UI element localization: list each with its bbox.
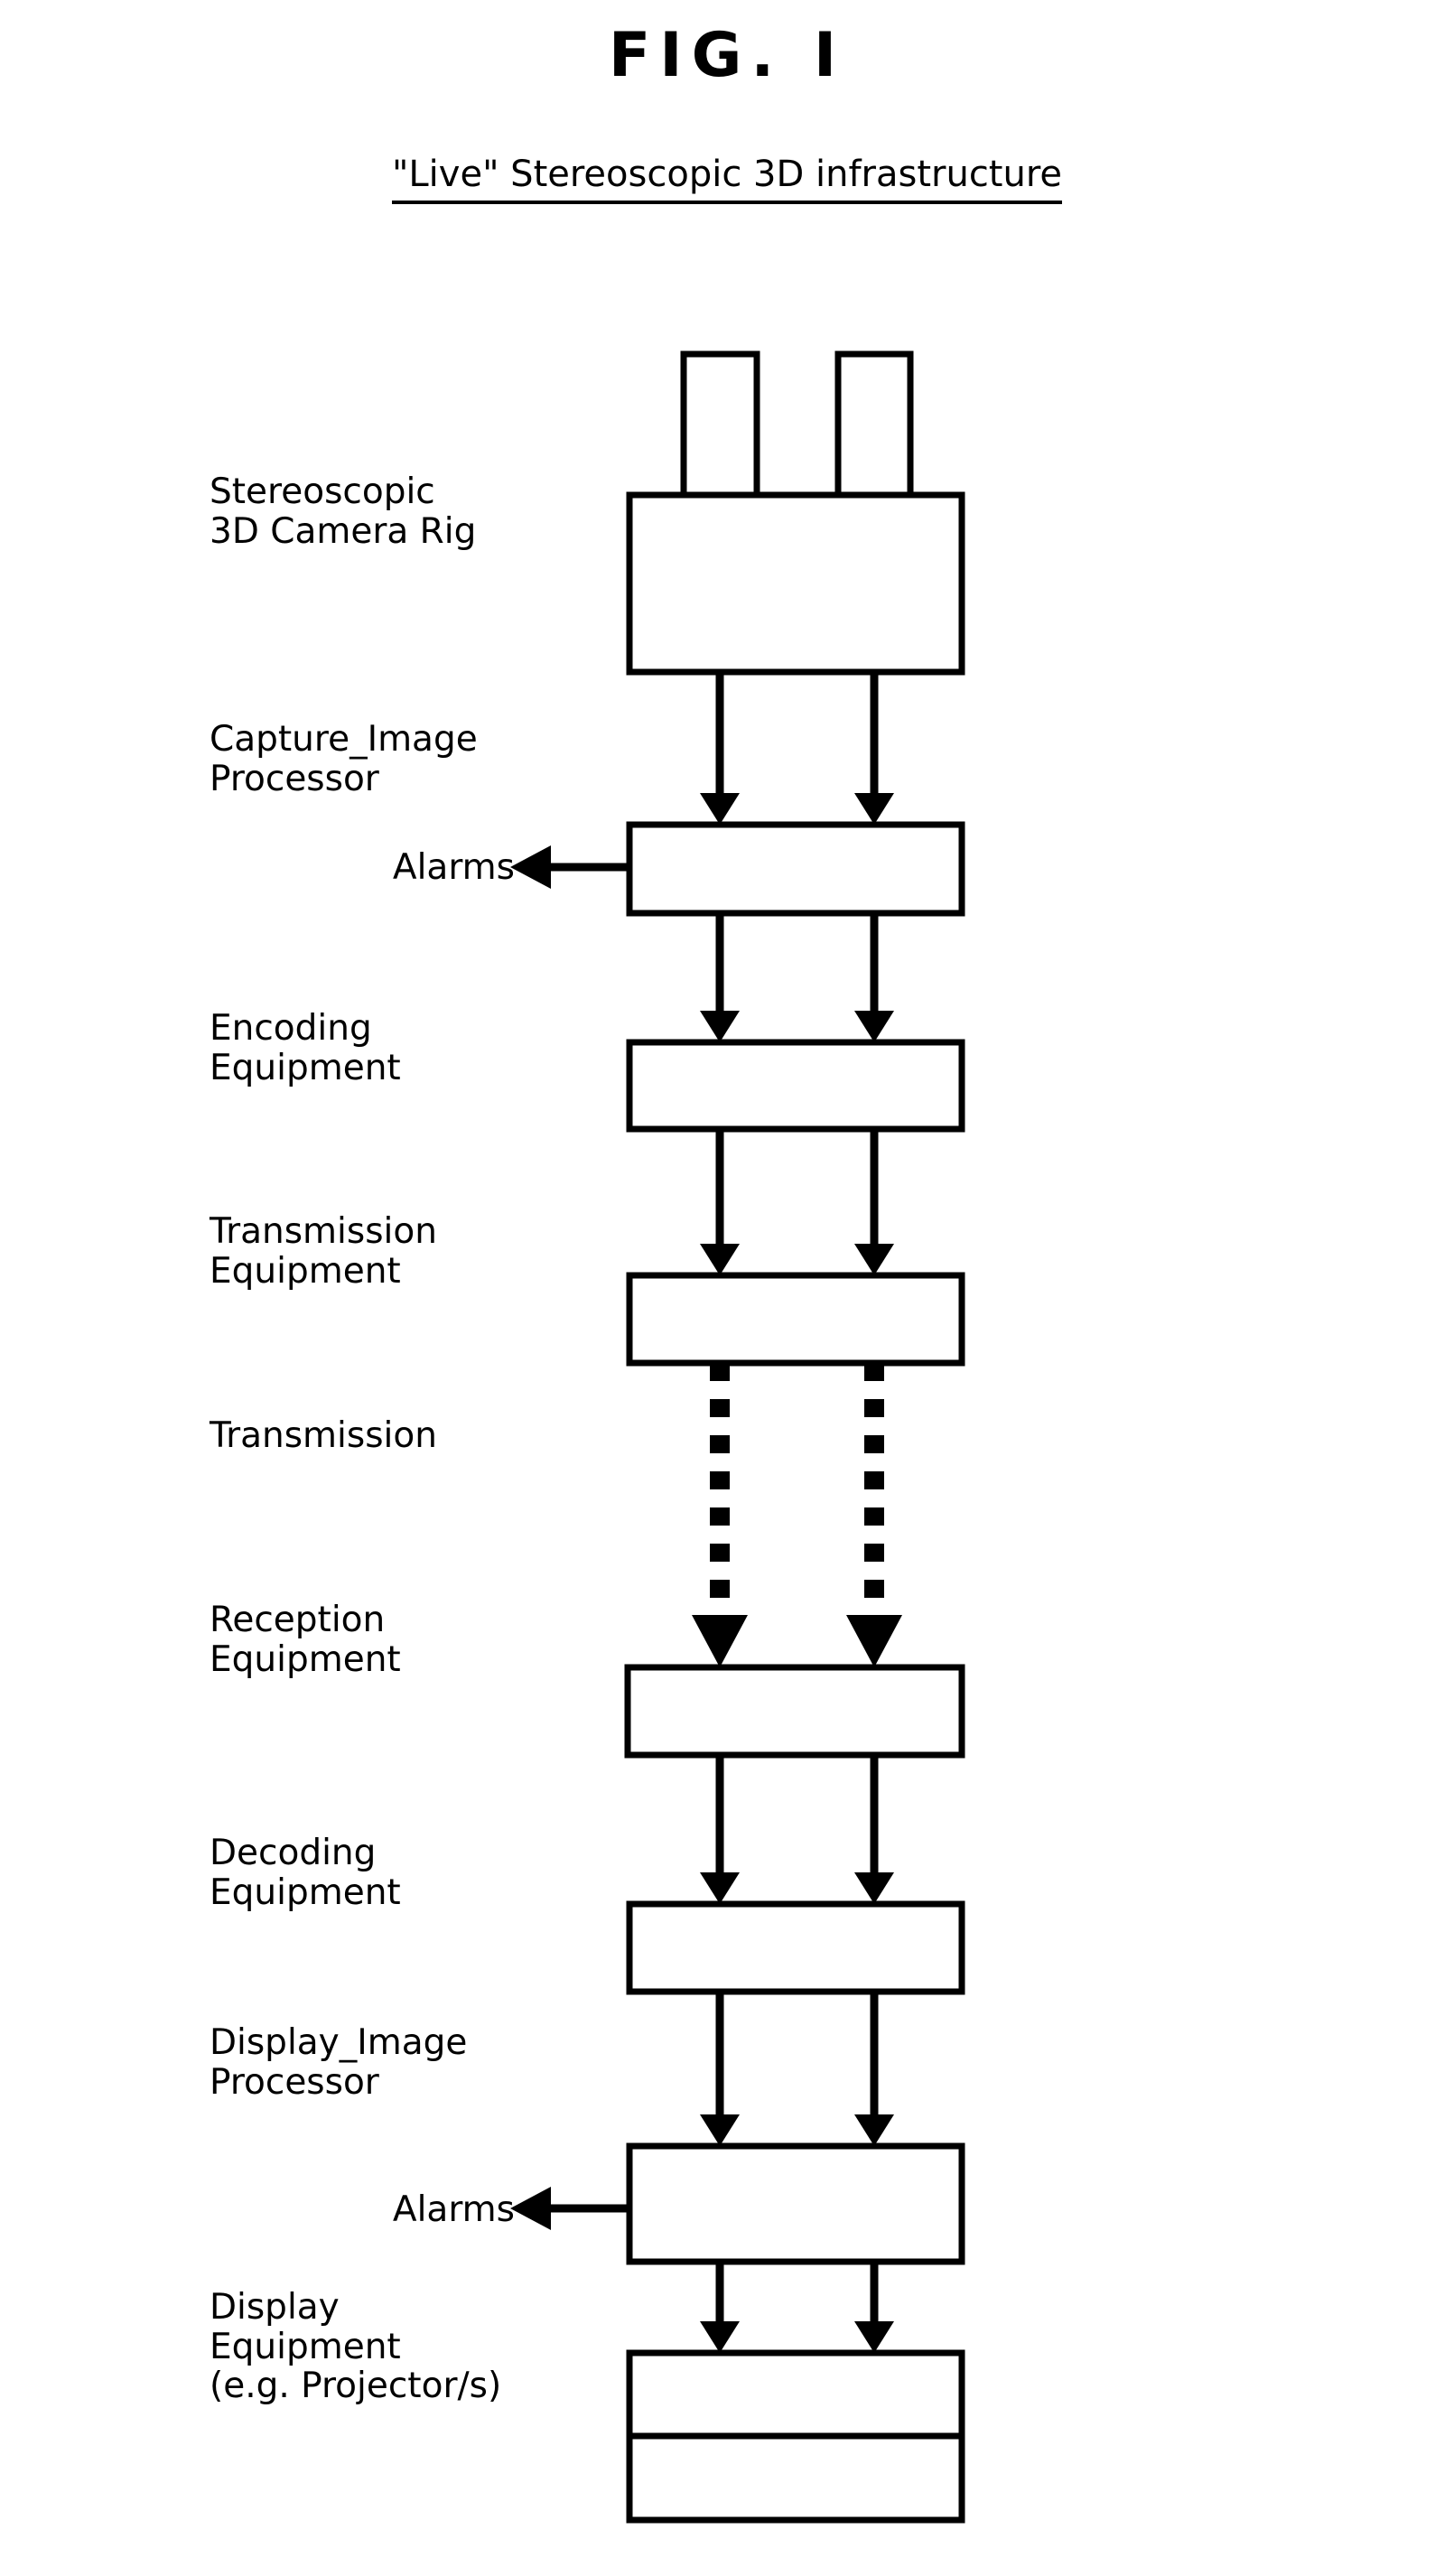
connector-capture-to-encoding	[700, 913, 894, 1042]
box-camera-rig	[626, 491, 965, 676]
box-capture-image-processor	[626, 821, 965, 917]
box-decoding-equipment	[626, 1900, 965, 1995]
camera-lens-left	[680, 350, 760, 499]
connector-processor-to-display-equipment	[700, 2262, 894, 2353]
connector-alarms-display	[510, 2187, 629, 2230]
camera-lens-right	[834, 350, 914, 499]
connector-decoding-to-display-processor	[700, 1992, 894, 2146]
flow-diagram	[510, 350, 965, 2524]
connector-reception-to-decoding	[700, 1755, 894, 1904]
connector-encoding-to-transmission-equipment	[700, 1129, 894, 1275]
box-reception-equipment	[624, 1664, 965, 1759]
connector-transmission-dotted	[692, 1363, 902, 1667]
box-encoding-equipment	[626, 1039, 965, 1133]
connector-alarms-capture	[510, 845, 629, 889]
connector-rig-to-capture	[700, 672, 894, 825]
box-display-image-processor	[626, 2142, 965, 2265]
figure-root: FIG. I "Live" Stereoscopic 3D infrastruc…	[0, 0, 1454, 2576]
box-transmission-equipment	[626, 1272, 965, 1367]
